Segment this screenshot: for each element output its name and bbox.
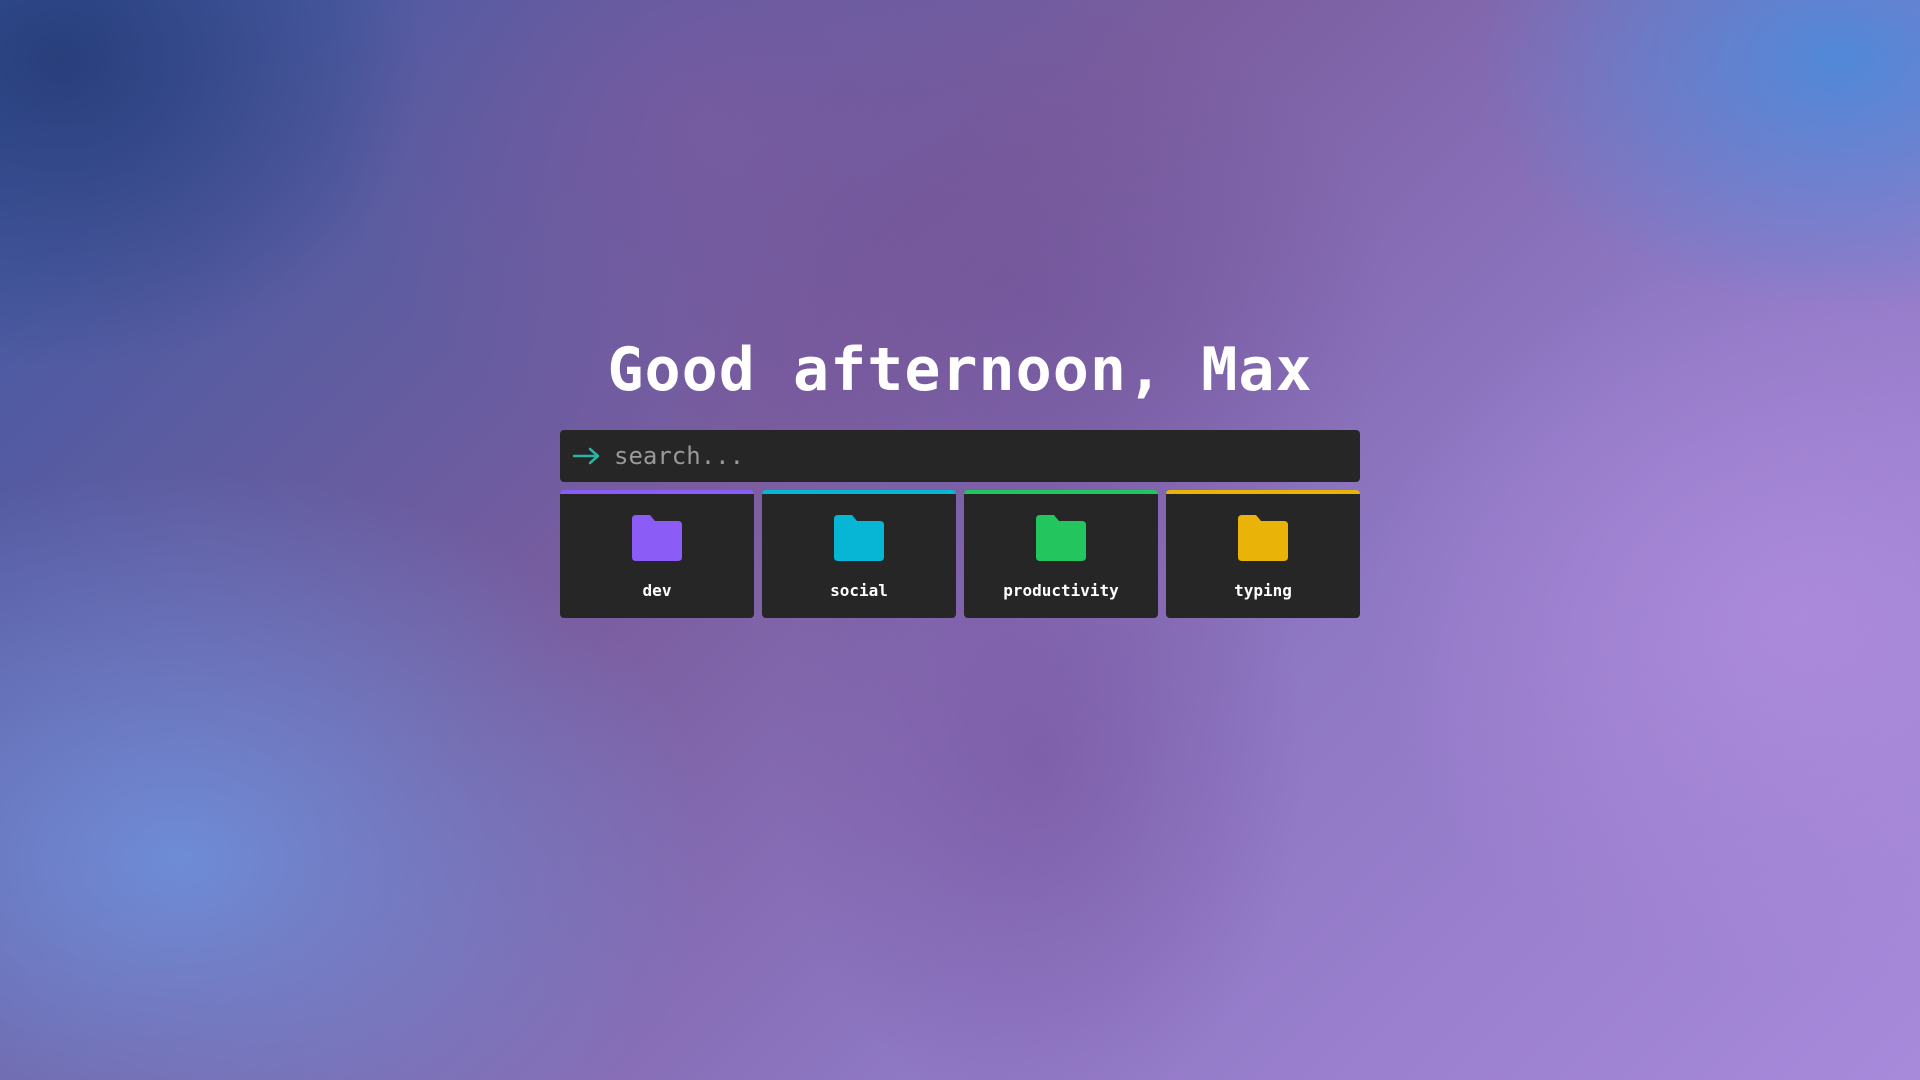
folder-icon [1036,515,1086,561]
folder-card-social[interactable]: social [762,490,956,618]
start-page: Good afternoon, Max dev social producti [560,330,1360,618]
folder-card-typing[interactable]: typing [1166,490,1360,618]
folder-icon [632,515,682,561]
folder-label: typing [1234,581,1292,600]
arrow-right-icon [572,446,602,466]
search-bar[interactable] [560,430,1360,482]
folder-label: dev [642,581,672,600]
folder-grid: dev social productivity typing [560,490,1360,618]
search-input[interactable] [614,436,1360,476]
folder-label: productivity [1003,581,1119,600]
folder-label: social [830,581,888,600]
folder-card-dev[interactable]: dev [560,490,754,618]
greeting-heading: Good afternoon, Max [607,335,1313,405]
folder-card-productivity[interactable]: productivity [964,490,1158,618]
folder-icon [1238,515,1288,561]
folder-icon [834,515,884,561]
